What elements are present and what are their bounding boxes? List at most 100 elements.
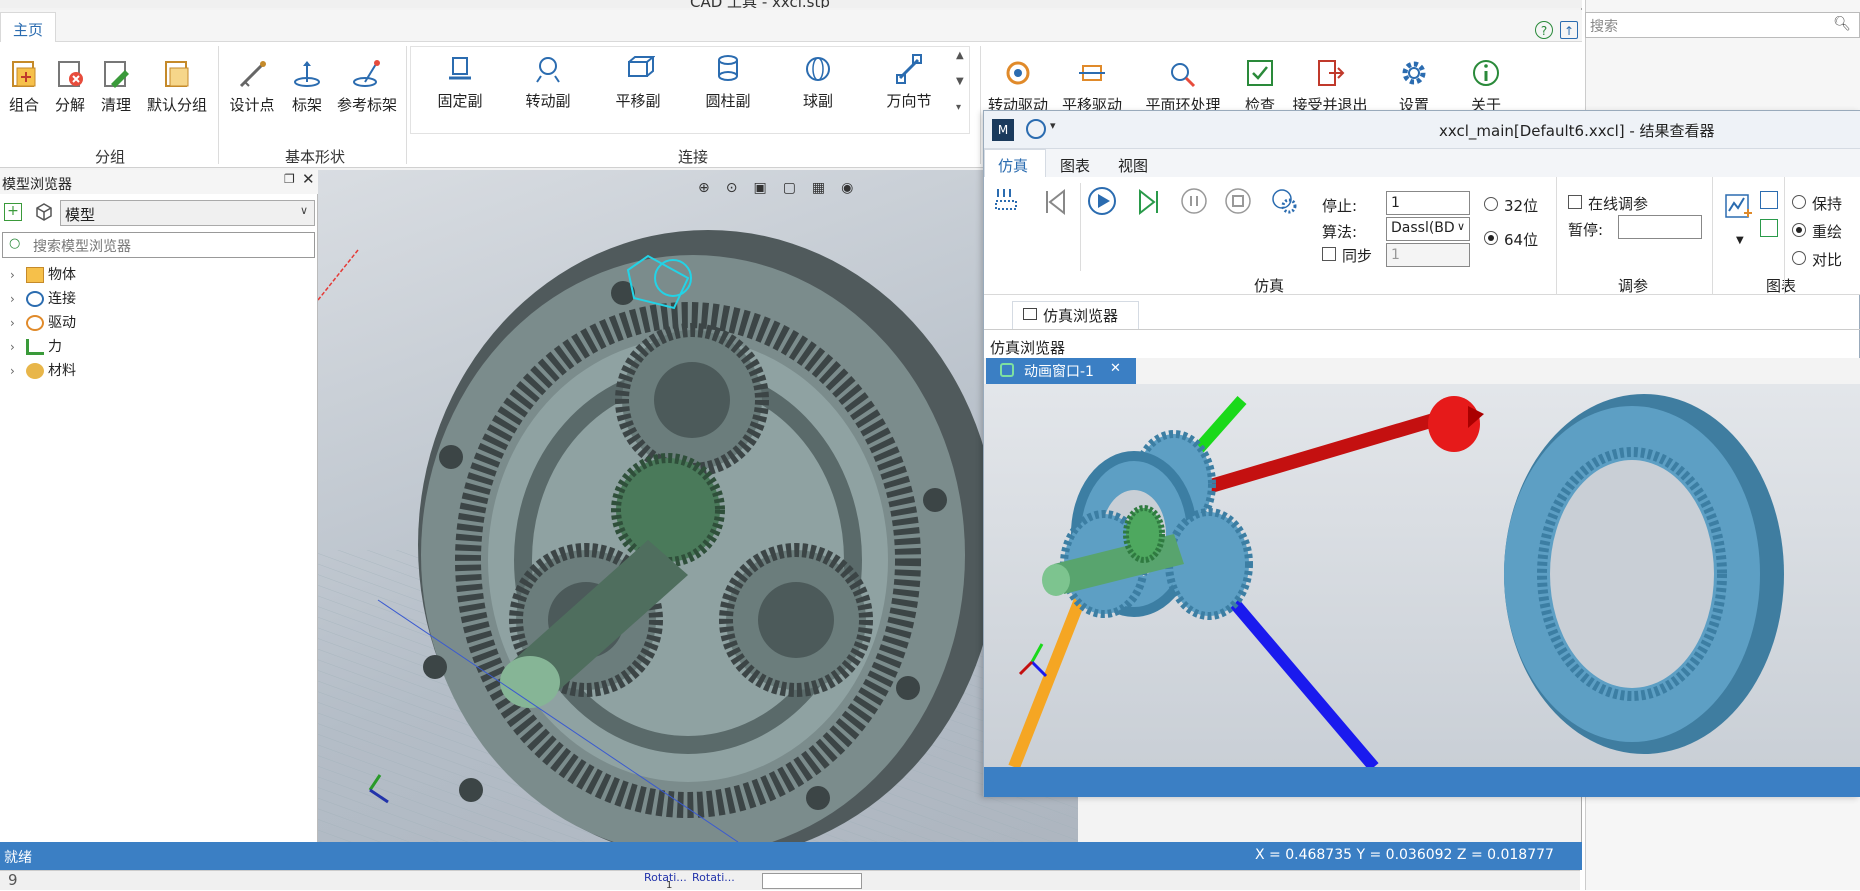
- frame-icon: [294, 61, 320, 87]
- group-separator: [1712, 177, 1713, 295]
- universal-joint-button[interactable]: 万向节: [880, 52, 938, 111]
- chevron-right-icon[interactable]: ›: [10, 316, 22, 330]
- tab-chart[interactable]: 图表: [1060, 155, 1090, 176]
- spherical-joint-button[interactable]: 球副: [796, 52, 840, 111]
- joint-icon: [26, 291, 44, 307]
- design-point-icon: [239, 61, 266, 88]
- algorithm-select[interactable]: Dassl(BD ∨: [1386, 217, 1470, 241]
- gallery-scroll-up-icon[interactable]: ▲: [956, 50, 964, 61]
- about-button[interactable]: 关于: [1466, 56, 1506, 115]
- export-chart-icon[interactable]: [1760, 219, 1778, 237]
- compare-radio[interactable]: [1792, 251, 1806, 265]
- prismatic-joint-button[interactable]: 平移副: [612, 52, 664, 111]
- chevron-right-icon[interactable]: ›: [10, 268, 22, 282]
- tab-simulation[interactable]: 仿真: [998, 155, 1028, 176]
- tree-item-bodies[interactable]: › 物体: [10, 264, 76, 286]
- help-icon[interactable]: ?: [1535, 21, 1553, 39]
- step-back-icon[interactable]: [1042, 187, 1072, 217]
- expand-all-icon[interactable]: +: [4, 203, 22, 221]
- keep-radio[interactable]: [1792, 195, 1806, 209]
- restore-icon[interactable]: ❐: [284, 172, 295, 186]
- combine-label: 组合: [8, 96, 39, 114]
- quick-access-dropdown-icon[interactable]: ▾: [1050, 119, 1056, 132]
- chart-dropdown-icon[interactable]: ▼: [1736, 235, 1744, 246]
- sync-checkbox[interactable]: [1322, 247, 1336, 261]
- stop-time-input[interactable]: [1386, 191, 1470, 215]
- sim-settings-icon[interactable]: [1270, 187, 1298, 215]
- combine-button[interactable]: 组合: [4, 56, 44, 115]
- run-quick-icon[interactable]: [1026, 119, 1046, 139]
- sim-group-label: 仿真: [1254, 277, 1285, 295]
- tree-item-joints[interactable]: › 连接: [10, 288, 76, 310]
- table-icon[interactable]: [1760, 191, 1778, 209]
- tree-item-label: 连接: [48, 291, 76, 307]
- revolute-joint-button[interactable]: 转动副: [522, 52, 574, 111]
- translation-drive-icon: [1079, 65, 1105, 81]
- algorithm-value: Dassl(BD: [1391, 220, 1455, 236]
- default-group-button[interactable]: 默认分组: [146, 56, 208, 115]
- close-icon[interactable]: ✕: [302, 170, 315, 188]
- algorithm-label: 算法:: [1322, 223, 1358, 241]
- settings-button[interactable]: 设置: [1394, 56, 1434, 115]
- split-button[interactable]: 分解: [50, 56, 90, 115]
- model-search-input[interactable]: ○ 搜索模型浏览器: [2, 232, 315, 258]
- tree-item-drives[interactable]: › 驱动: [10, 312, 76, 334]
- check-button[interactable]: 检查: [1240, 56, 1280, 115]
- bit64-radio[interactable]: [1484, 231, 1498, 245]
- add-chart-icon[interactable]: [1724, 193, 1752, 221]
- chevron-right-icon[interactable]: ›: [10, 364, 22, 378]
- frame-button[interactable]: 标架: [288, 56, 326, 115]
- animation-window-tab[interactable]: 动画窗口-1 ✕: [986, 358, 1136, 384]
- sync-value-input[interactable]: [1386, 243, 1470, 267]
- tree-item-forces[interactable]: › 力: [10, 336, 62, 358]
- planar-loop-icon: [1171, 63, 1196, 88]
- accept-exit-button[interactable]: 接受并退出: [1288, 56, 1372, 115]
- clean-button[interactable]: 清理: [96, 56, 136, 115]
- accept-exit-icon: [1318, 60, 1345, 86]
- bit32-radio[interactable]: [1484, 197, 1498, 211]
- fixed-joint-button[interactable]: 固定副: [434, 52, 486, 111]
- init-sim-icon[interactable]: [994, 187, 1018, 211]
- reference-frame-button[interactable]: 参考标架: [334, 56, 400, 115]
- reference-frame-icon: [353, 60, 380, 87]
- animation-viewport[interactable]: [984, 384, 1860, 767]
- cad-3d-viewport[interactable]: ⊕⊙▣▢▦◉: [318, 170, 1078, 842]
- combine-icon: [12, 61, 36, 87]
- cylindrical-joint-button[interactable]: 圆柱副: [702, 52, 754, 111]
- tree-item-materials[interactable]: › 材料: [10, 360, 76, 382]
- online-tune-checkbox[interactable]: [1568, 195, 1582, 209]
- model-browser-header: 模型浏览器 ❐ ✕: [0, 170, 318, 194]
- result-viewer-window: M ▾ xxcl_main[Default6.xxcl] - 结果查看器 仿真 …: [983, 110, 1860, 797]
- divider: [984, 329, 1860, 330]
- gallery-scroll-down-icon[interactable]: ▼: [956, 76, 964, 87]
- stop-icon[interactable]: [1224, 187, 1252, 215]
- step-forward-icon[interactable]: [1132, 187, 1162, 217]
- redraw-radio[interactable]: [1792, 223, 1806, 237]
- cad-title-bar: CAD 工具 - xxcl.stp: [0, 0, 1582, 8]
- chevron-right-icon[interactable]: ›: [10, 340, 22, 354]
- rotary-drive-button[interactable]: 转动驱动: [986, 56, 1050, 115]
- pause-time-input[interactable]: [1618, 215, 1702, 239]
- default-group-label: 默认分组: [146, 96, 207, 114]
- background-node-label: Rotati...: [692, 871, 735, 884]
- design-point-button[interactable]: 设计点: [226, 56, 278, 115]
- background-node-box: [762, 873, 862, 889]
- model-filter-select[interactable]: 模型 ∨: [60, 200, 315, 226]
- gallery-expand-icon[interactable]: ▾: [956, 102, 961, 113]
- close-icon[interactable]: ✕: [1110, 361, 1121, 376]
- model-browser-panel: 模型浏览器 ❐ ✕ + 模型 ∨ ○ 搜索模型浏览器 › 物体 › 连接 › 驱动 ›…: [0, 170, 318, 842]
- planar-loop-button[interactable]: 平面环处理: [1140, 56, 1226, 115]
- play-icon[interactable]: [1086, 185, 1118, 217]
- chevron-right-icon[interactable]: ›: [10, 292, 22, 306]
- rotary-drive-icon: [1006, 61, 1030, 85]
- tab-view[interactable]: 视图: [1118, 155, 1148, 176]
- pause-icon[interactable]: [1180, 187, 1208, 215]
- tab-home[interactable]: 主页: [0, 12, 56, 42]
- pin-ribbon-icon[interactable]: ↑: [1560, 21, 1578, 39]
- animation-icon: [1000, 363, 1014, 377]
- tune-group-label: 调参: [1618, 277, 1649, 295]
- group-label: 连接: [677, 148, 708, 166]
- sim-browser-tab[interactable]: 仿真浏览器: [1012, 301, 1139, 329]
- translation-drive-button[interactable]: 平移驱动: [1060, 56, 1124, 115]
- background-search-input[interactable]: 搜索 🔍︎: [1585, 12, 1860, 38]
